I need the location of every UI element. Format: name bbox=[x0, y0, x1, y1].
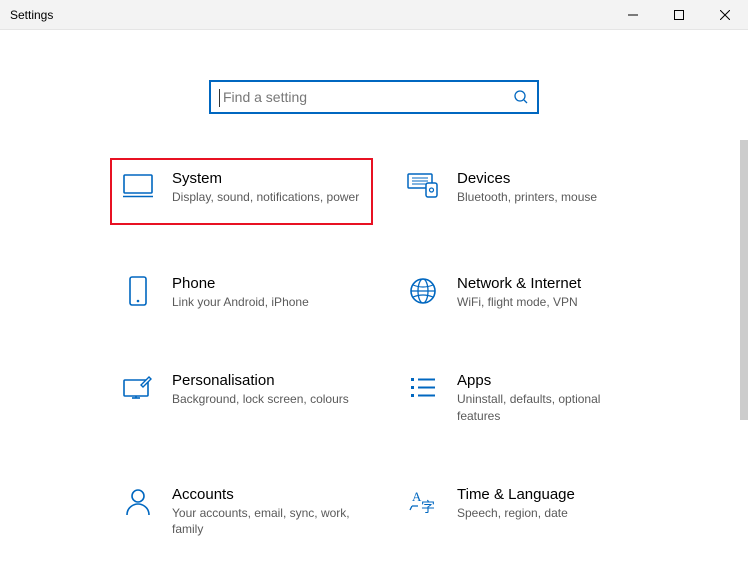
tile-personalisation[interactable]: Personalisation Background, lock screen,… bbox=[114, 366, 369, 429]
tile-label: Phone bbox=[172, 275, 361, 292]
minimize-icon bbox=[628, 10, 638, 20]
accounts-icon bbox=[122, 486, 154, 518]
tile-desc: Uninstall, defaults, optional features bbox=[457, 391, 646, 423]
minimize-button[interactable] bbox=[610, 0, 656, 30]
titlebar: Settings bbox=[0, 0, 748, 30]
content-area: System Display, sound, notifications, po… bbox=[0, 30, 748, 571]
window-title: Settings bbox=[10, 8, 53, 22]
settings-grid: System Display, sound, notifications, po… bbox=[94, 164, 654, 543]
maximize-icon bbox=[674, 10, 684, 20]
close-icon bbox=[720, 10, 730, 20]
tile-label: Apps bbox=[457, 372, 646, 389]
tile-accounts[interactable]: Accounts Your accounts, email, sync, wor… bbox=[114, 480, 369, 543]
phone-icon bbox=[122, 275, 154, 307]
tile-desc: Speech, region, date bbox=[457, 505, 646, 521]
search-icon bbox=[513, 89, 529, 105]
globe-icon bbox=[407, 275, 439, 307]
personalisation-icon bbox=[122, 372, 154, 404]
tile-label: Accounts bbox=[172, 486, 361, 503]
search-box[interactable] bbox=[209, 80, 539, 114]
tile-desc: Display, sound, notifications, power bbox=[172, 189, 361, 205]
tile-label: Devices bbox=[457, 170, 646, 187]
tile-devices[interactable]: Devices Bluetooth, printers, mouse bbox=[399, 164, 654, 219]
tile-desc: Background, lock screen, colours bbox=[172, 391, 361, 407]
tile-desc: Link your Android, iPhone bbox=[172, 294, 361, 310]
vertical-scrollbar[interactable] bbox=[740, 140, 748, 420]
tile-apps[interactable]: Apps Uninstall, defaults, optional featu… bbox=[399, 366, 654, 429]
tile-label: Network & Internet bbox=[457, 275, 646, 292]
text-caret bbox=[219, 89, 220, 107]
tile-label: System bbox=[172, 170, 361, 187]
tile-phone[interactable]: Phone Link your Android, iPhone bbox=[114, 269, 369, 316]
window-controls bbox=[610, 0, 748, 30]
close-button[interactable] bbox=[702, 0, 748, 30]
svg-text:字: 字 bbox=[421, 500, 435, 516]
search-input[interactable] bbox=[219, 89, 513, 105]
maximize-button[interactable] bbox=[656, 0, 702, 30]
apps-icon bbox=[407, 372, 439, 404]
search-container bbox=[0, 80, 748, 114]
tile-desc: Bluetooth, printers, mouse bbox=[457, 189, 646, 205]
tile-time-language[interactable]: A字 Time & Language Speech, region, date bbox=[399, 480, 654, 543]
devices-icon bbox=[407, 170, 439, 202]
tile-desc: WiFi, flight mode, VPN bbox=[457, 294, 646, 310]
tile-label: Personalisation bbox=[172, 372, 361, 389]
system-icon bbox=[122, 170, 154, 202]
tile-network[interactable]: Network & Internet WiFi, flight mode, VP… bbox=[399, 269, 654, 316]
tile-desc: Your accounts, email, sync, work, family bbox=[172, 505, 361, 537]
tile-label: Time & Language bbox=[457, 486, 646, 503]
time-language-icon: A字 bbox=[407, 486, 439, 518]
tile-system[interactable]: System Display, sound, notifications, po… bbox=[110, 158, 373, 225]
